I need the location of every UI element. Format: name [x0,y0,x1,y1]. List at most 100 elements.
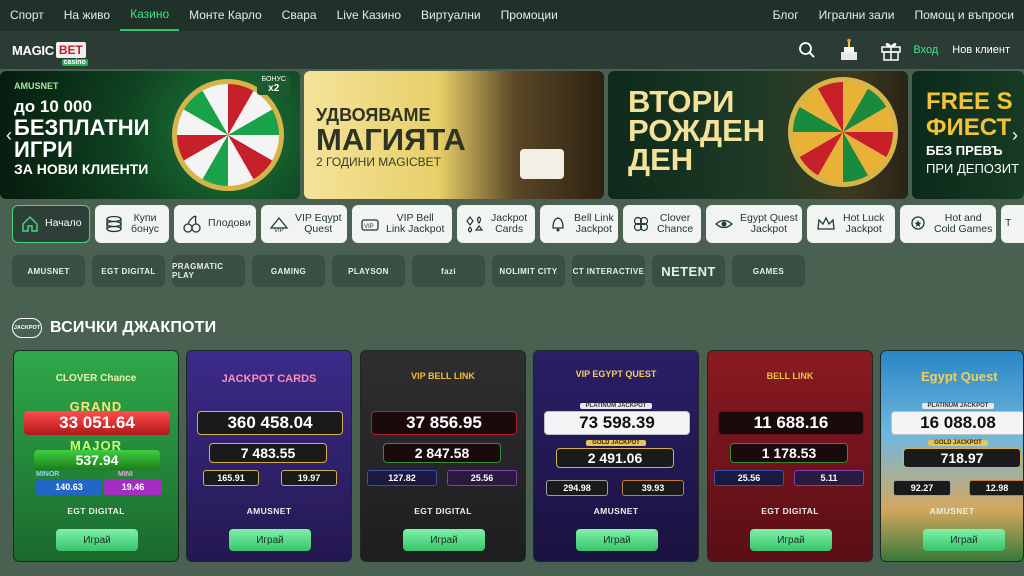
provider-ct-interactive[interactable]: CT INTERACTIVE [572,255,645,287]
logo-bet: BET casino [55,42,88,66]
promo-banner-free-games[interactable]: AMUSNET до 10 000 БЕЗПЛАТНИ ИГРИ ЗА НОВИ… [0,71,300,199]
platinum-label: PLATINUM JACKPOT [534,403,698,409]
third-jackpot-value: 25.56 [714,470,784,486]
category-vip-egypt-quest[interactable]: VIP VIP Eqypt Quest [261,205,347,243]
fourth-jackpot-value: 39.93 [622,480,684,496]
play-button[interactable]: Играй [576,529,658,551]
provider-logo: AMUSNET [246,506,292,516]
third-jackpot-value: 127.82 [367,470,437,486]
carousel-prev-arrow[interactable]: ‹ [0,121,18,149]
banner-line3: БЕЗ ПРЕВЪ [926,143,1003,158]
provider-amusnet[interactable]: AMUSNET [12,255,85,287]
provider-gaming[interactable]: GAMING [252,255,325,287]
promo-banner-magic[interactable]: УДВОЯВАМЕ МАГИЯТА 2 ГОДИНИ MAGICBET [304,71,604,199]
third-jackpot-value: 92.27 [893,480,951,496]
nav-gaming-halls[interactable]: Игрални зали [809,0,905,31]
vip-egypt-icon: VIP [269,213,289,235]
category-label: Bell Link Jackpot [574,211,614,235]
bonus-multiplier: x2 [268,83,280,94]
category-jackpot-cards[interactable]: Jackpot Cards [457,205,535,243]
play-button[interactable]: Играй [403,529,485,551]
category-fruits[interactable]: Плодови [174,205,256,243]
play-button[interactable]: Играй [229,529,311,551]
game-logo: BELL LINK [766,371,814,381]
third-jackpot-value: 294.98 [546,480,608,496]
promo-banner-birthday[interactable]: ВТОРИ РОЖДЕН ДЕН [608,71,908,199]
category-home[interactable]: Начало [12,205,90,243]
play-button[interactable]: Играй [923,529,1005,551]
nav-sport[interactable]: Спорт [0,0,54,31]
category-vip-bell-link[interactable]: VIP VIP Bell Link Jackpot [352,205,452,243]
jackpot-card-vip-egypt-quest[interactable]: VIP EGYPT QUEST PLATINUM JACKPOT 73 598.… [533,350,699,562]
gift-icon[interactable] [879,38,903,62]
category-more[interactable]: T [1001,205,1024,243]
nav-live[interactable]: На живо [54,0,120,31]
cake-icon[interactable] [837,38,861,62]
banner-line4: ЗА НОВИ КЛИЕНТИ [14,161,149,177]
nav-help[interactable]: Помощ и въпроси [905,0,1024,31]
banner-line3: ДЕН [628,142,694,177]
banner-line2: БЕЗПЛАТНИ [14,115,150,140]
fourth-jackpot-value: 25.56 [447,470,517,486]
nav-virtual[interactable]: Виртуални [411,0,491,31]
vip-bell-icon: VIP [360,213,380,235]
provider-pragmatic-play[interactable]: PRAGMATIC PLAY [172,255,245,287]
search-icon[interactable] [795,38,819,62]
svg-text:VIP: VIP [274,228,284,234]
jackpot-card-clover-chance[interactable]: CLOVER Chance GRAND 33 051.64 MAJOR 537.… [13,350,179,562]
nav-monte-carlo[interactable]: Монте Карло [179,0,272,31]
wheel-icon [788,77,898,187]
category-label: Hot Luck Jackpot [843,211,885,235]
game-logo: JACKPOT CARDS [221,373,317,385]
category-label: VIP Bell Link Jackpot [386,211,445,235]
jackpot-card-egypt-quest[interactable]: Egypt Quest PLATINUM JACKPOT 16 088.08 G… [880,350,1024,562]
provider-bar: AMUSNET EGT DIGITAL PRAGMATIC PLAY GAMIN… [12,255,805,287]
nav-casino[interactable]: Казино [120,0,180,31]
category-label: Купи бонус [131,211,160,235]
category-buy-bonus[interactable]: Купи бонус [95,205,169,243]
jackpot-card-bell-link[interactable]: BELL LINK 11 688.16 1 178.53 25.56 5.11 … [707,350,873,562]
provider-egt-digital[interactable]: EGT DIGITAL [92,255,165,287]
provider-playson[interactable]: PLAYSON [332,255,405,287]
category-clover-chance[interactable]: Clover Chance [623,205,701,243]
top-jackpot-value: 16 088.08 [891,411,1023,435]
mini-value: 19.46 [104,479,162,495]
category-hot-and-cold[interactable]: Hot and Cold Games [900,205,996,243]
nav-blog[interactable]: Блог [763,0,809,31]
nav-live-casino[interactable]: Live Казино [327,0,411,31]
category-hot-luck[interactable]: Hot Luck Jackpot [807,205,895,243]
login-link[interactable]: Вход [913,44,938,56]
jackpot-card-jackpot-cards[interactable]: JACKPOT CARDS 360 458.04 7 483.55 165.91… [186,350,352,562]
provider-bf-games[interactable]: GAMES [732,255,805,287]
play-button[interactable]: Играй [750,529,832,551]
bonus-label: БОНУС [261,76,286,83]
fourth-jackpot-value: 12.98 [969,480,1023,496]
category-egypt-quest[interactable]: Egypt Quest Jackpot [706,205,802,243]
crown-icon [815,213,837,235]
provider-netent[interactable]: NETENT [652,255,725,287]
jackpot-card-vip-bell-link[interactable]: VIP BELL LINK 37 856.95 2 847.58 127.82 … [360,350,526,562]
carousel-next-arrow[interactable]: › [1006,121,1024,149]
svg-text:VIP: VIP [364,224,374,230]
provider-fazi[interactable]: fazi [412,255,485,287]
magicbet-logo[interactable]: MAGIC BET casino [12,42,88,66]
category-label: VIP Eqypt Quest [295,211,342,235]
category-bell-link[interactable]: Bell Link Jackpot [540,205,618,243]
logo-magic: MAGIC [12,42,54,58]
second-jackpot-value: 718.97 [903,448,1021,468]
nav-svara[interactable]: Свара [272,0,327,31]
top-jackpot-value: 37 856.95 [371,411,517,435]
promo-carousel: AMUSNET до 10 000 БЕЗПЛАТНИ ИГРИ ЗА НОВИ… [0,71,1024,199]
minor-label: MINOR [36,471,60,478]
section-header: JACKPOT ВСИЧКИ ДЖАКПОТИ [12,318,216,338]
nav-promotions[interactable]: Промоции [491,0,568,31]
register-link[interactable]: Нов клиент [952,44,1010,56]
coins-icon [103,213,125,235]
provider-nolimit-city[interactable]: NOLIMIT CITY [492,255,565,287]
category-label: Jackpot Cards [491,211,528,235]
clover-icon [631,213,651,235]
third-jackpot-value: 165.91 [203,470,259,486]
play-button[interactable]: Играй [56,529,138,551]
category-label: Egypt Quest Jackpot [740,211,798,235]
category-label: T [1005,217,1012,230]
